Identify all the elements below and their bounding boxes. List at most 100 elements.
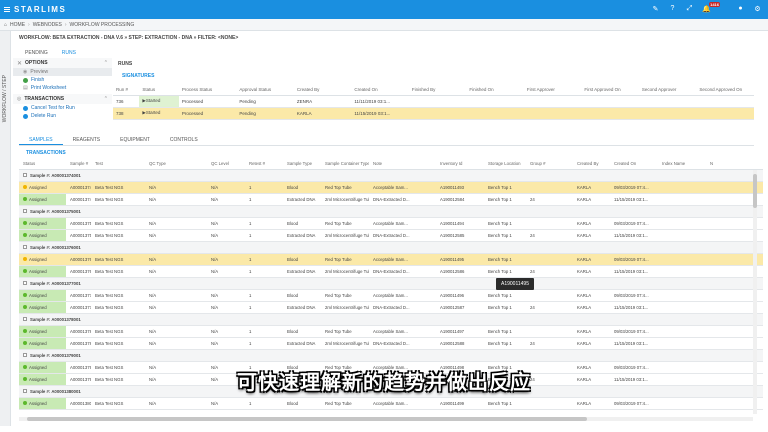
samples-col-header[interactable]: Sample Type	[283, 158, 321, 170]
sample-cell: Extracted DNA	[283, 337, 321, 350]
transaction-cancel-test[interactable]: Cancel Test for Run	[13, 104, 112, 112]
tab-reagents[interactable]: REAGENTS	[63, 134, 111, 145]
sample-row[interactable]: AssignedA00001374001Beta Test NGSN/AN/A1…	[19, 181, 763, 194]
sample-cell: KARLA	[573, 301, 610, 314]
samples-col-header[interactable]: Retest #	[245, 158, 283, 170]
sample-cell: Assigned	[19, 253, 66, 266]
option-preview-label: Preview	[30, 69, 49, 75]
runs-col-header[interactable]: Run #	[113, 85, 140, 96]
help-icon[interactable]: ?	[668, 4, 677, 13]
runs-col-header[interactable]: First Approved On	[581, 85, 639, 96]
runs-col-header[interactable]: Finished By	[408, 85, 467, 96]
transactions-icon: ◎	[17, 96, 22, 102]
horizontal-scrollbar[interactable]	[19, 417, 753, 421]
sample-row[interactable]: AssignedA00001378001Beta Test NGSN/AN/A1…	[19, 337, 763, 350]
sample-group-row[interactable]: Sample #: A00001377001	[19, 277, 763, 290]
runs-col-header[interactable]: Created On	[351, 85, 409, 96]
samples-col-header[interactable]: Sample Container Type	[321, 158, 369, 170]
menu-icon[interactable]	[4, 7, 10, 12]
collapse-toggle-icon[interactable]	[23, 209, 27, 214]
sample-row[interactable]: AssignedA00001377001Beta Test NGSN/AN/A1…	[19, 301, 763, 314]
edit-icon[interactable]: ✎	[651, 4, 660, 13]
runs-col-header[interactable]: Process Status	[178, 85, 237, 96]
option-finish[interactable]: Finish	[13, 76, 112, 84]
chevron-up-icon[interactable]: ⌃	[104, 96, 108, 102]
collapse-toggle-icon[interactable]	[23, 245, 27, 250]
breadcrumb-home[interactable]: HOME	[10, 22, 25, 28]
option-preview[interactable]: ◉ Preview	[13, 68, 112, 76]
sample-cell: Bench Top 1	[484, 217, 526, 230]
sample-row[interactable]: AssignedA00001377001Beta Test NGSN/AN/A1…	[19, 289, 763, 302]
notifications-icon[interactable]: 🔔 1416	[702, 2, 720, 13]
sample-group-cell: Sample #: A00001377001	[19, 277, 763, 290]
collapse-toggle-icon[interactable]	[23, 317, 27, 322]
status-dot-icon	[23, 257, 27, 262]
sample-cell: 09/03/2019 07:4...	[610, 397, 658, 410]
runs-col-header[interactable]: Second Approver	[638, 85, 697, 96]
sample-group-row[interactable]: Sample #: A00001374001	[19, 169, 763, 182]
sample-cell: 24	[526, 265, 573, 278]
tab-equipment[interactable]: EQUIPMENT	[110, 134, 160, 145]
sample-row[interactable]: AssignedA00001375001Beta Test NGSN/AN/A1…	[19, 229, 763, 242]
collapse-toggle-icon[interactable]	[23, 281, 27, 286]
runs-row[interactable]: 738 ▶Started Processed Pending KARLA 11/15/20…	[113, 107, 754, 120]
runs-col-header[interactable]: Second Approved On	[696, 85, 754, 96]
runs-col-header[interactable]: First Approver	[523, 85, 582, 96]
samples-col-header[interactable]: Index Name	[658, 158, 706, 170]
samples-col-header[interactable]: Sample #	[66, 158, 91, 170]
samples-col-header[interactable]: Test	[91, 158, 145, 170]
samples-col-header[interactable]: Note	[369, 158, 436, 170]
sample-row[interactable]: AssignedA00001376001Beta Test NGSN/AN/A1…	[19, 265, 763, 278]
transaction-delete-run[interactable]: Delete Run	[13, 112, 112, 120]
expand-icon[interactable]: ⤢	[685, 4, 694, 13]
transactions-header[interactable]: ◎ TRANSACTIONS ⌃	[13, 94, 112, 104]
sample-row[interactable]: AssignedA00001380001Beta Test NGSN/AN/A1…	[19, 397, 763, 410]
sample-group-row[interactable]: Sample #: A00001376001	[19, 241, 763, 254]
sample-cell: Extracted DNA	[283, 301, 321, 314]
tab-samples[interactable]: SAMPLES	[19, 134, 63, 145]
samples-col-header[interactable]: Status	[19, 158, 66, 170]
runs-col-header[interactable]: Approval Status	[236, 85, 294, 96]
runs-col-header[interactable]: Created By	[293, 85, 352, 96]
sample-row[interactable]: AssignedA00001376001Beta Test NGSN/AN/A1…	[19, 253, 763, 266]
runs-col-header[interactable]: Finished On	[466, 85, 524, 96]
samples-col-header[interactable]: Group #	[526, 158, 573, 170]
sample-cell: Blood	[283, 217, 321, 230]
sample-row[interactable]: AssignedA00001378001Beta Test NGSN/AN/A1…	[19, 325, 763, 338]
settings-icon[interactable]: ⚙	[753, 4, 762, 13]
sample-cell	[526, 253, 573, 266]
sample-row[interactable]: AssignedA00001374001Beta Test NGSN/AN/A1…	[19, 193, 763, 206]
samples-col-header[interactable]: Created On	[610, 158, 658, 170]
runs-col-header[interactable]: Status	[139, 85, 179, 96]
breadcrumb-webnodes[interactable]: WEBNODES	[33, 22, 62, 28]
sample-cell: 1	[245, 229, 283, 242]
options-header[interactable]: ✕ OPTIONS ⌃	[13, 58, 112, 68]
samples-col-header[interactable]: Created By	[573, 158, 610, 170]
collapse-toggle-icon[interactable]	[23, 353, 27, 358]
tab-controls[interactable]: CONTROLS	[160, 134, 208, 145]
option-print-worksheet[interactable]: ▤ Print Worksheet	[13, 84, 112, 92]
home-icon[interactable]: ⌂	[4, 22, 7, 28]
sample-group-row[interactable]: Sample #: A00001378001	[19, 313, 763, 326]
samples-col-header[interactable]: QC Level	[207, 158, 245, 170]
samples-col-header[interactable]: Storage Location	[484, 158, 526, 170]
tab-signatures[interactable]: SIGNATURES	[122, 73, 154, 79]
samples-col-header[interactable]: N	[706, 158, 763, 170]
sample-cell: 2ml Microcentrifuge Tube	[321, 229, 369, 242]
chevron-up-icon[interactable]: ⌃	[104, 60, 108, 66]
side-tab-label[interactable]: WORKFLOW / STEP	[2, 75, 8, 122]
runs-title: RUNS	[118, 61, 133, 67]
horizontal-scroll-thumb[interactable]	[27, 417, 587, 421]
runs-row[interactable]: 736 ▶Started Processed Pending ZENRA 11/11/20…	[113, 95, 754, 108]
runs-cell: 738	[113, 107, 140, 120]
sample-row[interactable]: AssignedA00001375001Beta Test NGSN/AN/A1…	[19, 217, 763, 230]
vertical-scroll-thumb[interactable]	[753, 174, 757, 208]
sample-group-row[interactable]: Sample #: A00001375001	[19, 205, 763, 218]
sample-group-row[interactable]: Sample #: A00001379001	[19, 349, 763, 362]
sample-cell: Assigned	[19, 325, 66, 338]
samples-col-header[interactable]: Inventory Id	[436, 158, 484, 170]
transactions-link[interactable]: TRANSACTIONS	[26, 150, 66, 156]
collapse-toggle-icon[interactable]	[23, 173, 27, 178]
samples-col-header[interactable]: QC Type	[145, 158, 207, 170]
user-icon[interactable]: ●	[736, 4, 745, 13]
